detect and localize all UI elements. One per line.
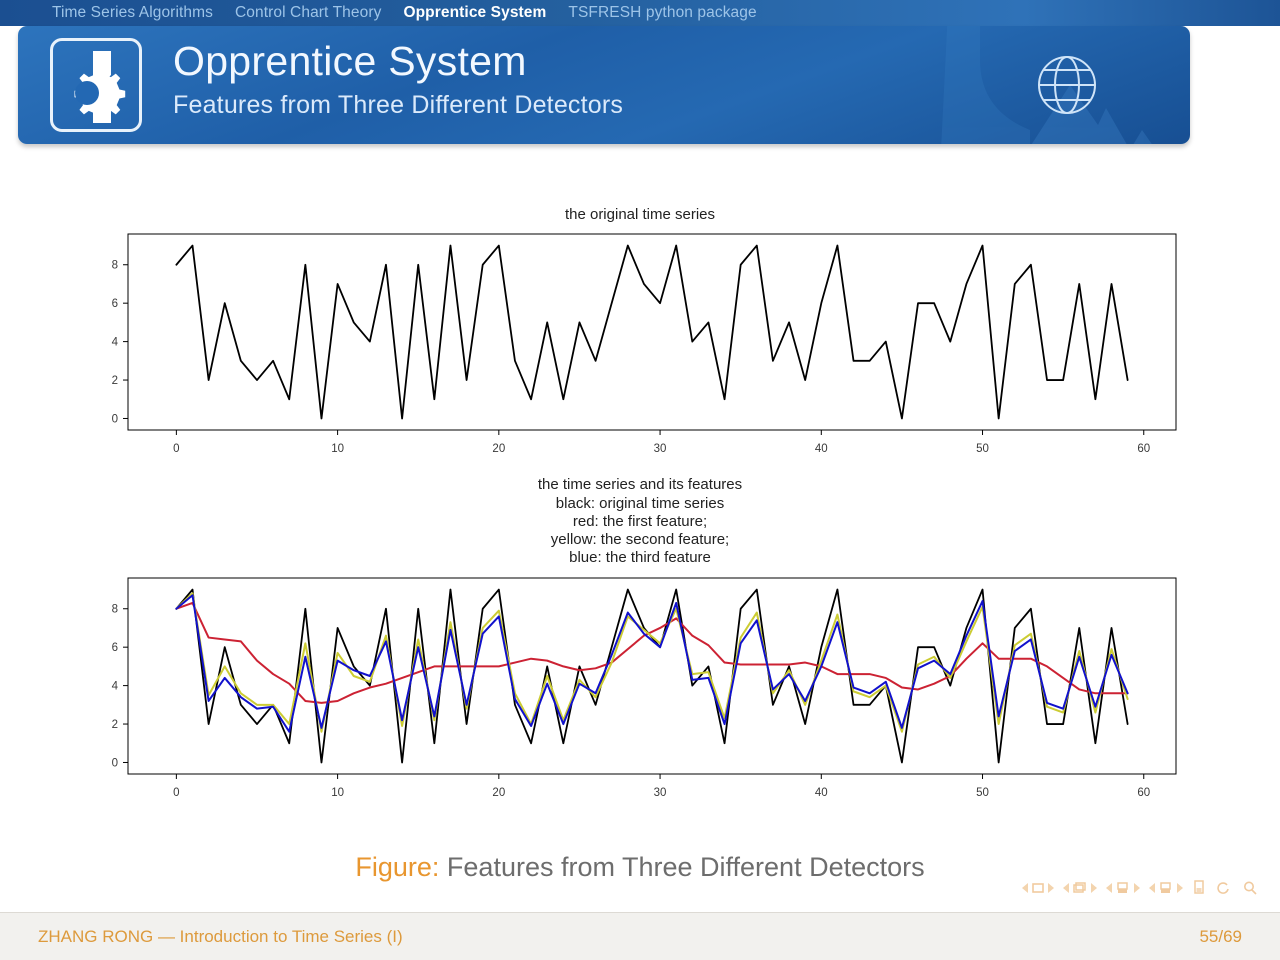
nav-item-tsfresh-python-package[interactable]: TSFRESH python package: [568, 4, 756, 22]
svg-text:8: 8: [112, 260, 118, 272]
globe-icon: [1038, 56, 1096, 114]
slide-footer: ZHANG RONG — Introduction to Time Series…: [0, 912, 1280, 960]
slide-header-panel: Opprentice System Features from Three Di…: [18, 26, 1190, 144]
next-slide-icon[interactable]: [1048, 882, 1054, 893]
page-subtitle: Features from Three Different Detectors: [173, 91, 624, 120]
prev-section-icon[interactable]: [1149, 882, 1155, 893]
kde-gear-k-logo: [50, 38, 142, 132]
next-subsection-icon[interactable]: [1134, 882, 1140, 893]
frame-icon[interactable]: [1072, 881, 1088, 895]
svg-text:60: 60: [1137, 787, 1150, 799]
svg-text:6: 6: [112, 298, 118, 310]
figure-area: the original time series 0 2 4 6 8 0 10 20 30 40 5…: [0, 150, 1280, 850]
svg-text:4: 4: [112, 337, 119, 349]
chart-1-title: the original time series: [564, 206, 716, 223]
svg-text:4: 4: [112, 680, 119, 692]
svg-text:10: 10: [331, 443, 344, 455]
nav-item-control-chart-theory[interactable]: Control Chart Theory: [235, 4, 381, 22]
nav-section-group[interactable]: [1149, 881, 1183, 895]
svg-text:8: 8: [112, 604, 118, 616]
back-icon[interactable]: [1215, 880, 1233, 895]
svg-text:0: 0: [112, 414, 118, 426]
section-icon[interactable]: [1158, 881, 1174, 895]
nav-slide-group[interactable]: [1022, 881, 1054, 895]
nav-item-time-series-algorithms[interactable]: Time Series Algorithms: [52, 4, 213, 22]
chart-2-title: the time series and its features black: …: [537, 476, 743, 567]
section-navigation-bar: Time Series Algorithms Control Chart The…: [0, 0, 1280, 26]
slide-icon[interactable]: [1031, 881, 1045, 895]
nav-item-opprentice-system[interactable]: Opprentice System: [403, 4, 546, 22]
nav-subsection-group[interactable]: [1106, 881, 1140, 895]
chart-2-plot: 0 2 4 6 8 0 10 20 30 40 50 60: [112, 577, 1177, 799]
prev-frame-icon[interactable]: [1063, 882, 1069, 893]
chart-2: 0 2 4 6 8 0 10 20 30 40 50 60: [0, 574, 1280, 814]
prev-slide-icon[interactable]: [1022, 882, 1028, 893]
chart-1-plot: 0 2 4 6 8 0 10 20 30 40 50 60: [112, 233, 1177, 455]
svg-text:50: 50: [976, 787, 989, 799]
svg-text:20: 20: [492, 443, 505, 455]
footer-author-title: ZHANG RONG — Introduction to Time Series…: [38, 926, 403, 946]
prev-subsection-icon[interactable]: [1106, 882, 1112, 893]
svg-text:40: 40: [815, 443, 828, 455]
svg-text:40: 40: [815, 787, 828, 799]
svg-text:50: 50: [976, 443, 989, 455]
svg-text:30: 30: [654, 787, 667, 799]
svg-text:6: 6: [112, 642, 118, 654]
svg-text:0: 0: [112, 757, 118, 769]
figure-caption-label: Figure:: [355, 852, 440, 882]
next-frame-icon[interactable]: [1091, 882, 1097, 893]
header-watermark-decoration: [941, 26, 1152, 144]
document-home-icon[interactable]: [1192, 880, 1206, 895]
svg-text:30: 30: [654, 443, 667, 455]
figure-caption-text: Features from Three Different Detectors: [446, 852, 925, 882]
header-text-block: Opprentice System Features from Three Di…: [173, 38, 624, 120]
nav-frame-group[interactable]: [1063, 881, 1097, 895]
slide-root: Time Series Algorithms Control Chart The…: [0, 0, 1280, 960]
next-section-icon[interactable]: [1177, 882, 1183, 893]
svg-text:10: 10: [331, 787, 344, 799]
svg-text:0: 0: [173, 443, 179, 455]
beamer-navigation-symbols[interactable]: [1022, 880, 1258, 895]
svg-text:60: 60: [1137, 443, 1150, 455]
search-icon[interactable]: [1242, 880, 1258, 895]
chart-1: 0 2 4 6 8 0 10 20 30 40 50 60: [0, 230, 1280, 470]
figure-caption: Figure: Features from Three Different De…: [0, 852, 1280, 883]
svg-text:2: 2: [112, 375, 118, 387]
svg-text:2: 2: [112, 719, 118, 731]
subsection-icon[interactable]: [1115, 881, 1131, 895]
svg-text:20: 20: [492, 787, 505, 799]
kde-logo-glyph: [74, 51, 126, 123]
footer-page-number: 55/69: [1199, 926, 1242, 946]
page-title: Opprentice System: [173, 38, 527, 84]
svg-text:0: 0: [173, 787, 179, 799]
